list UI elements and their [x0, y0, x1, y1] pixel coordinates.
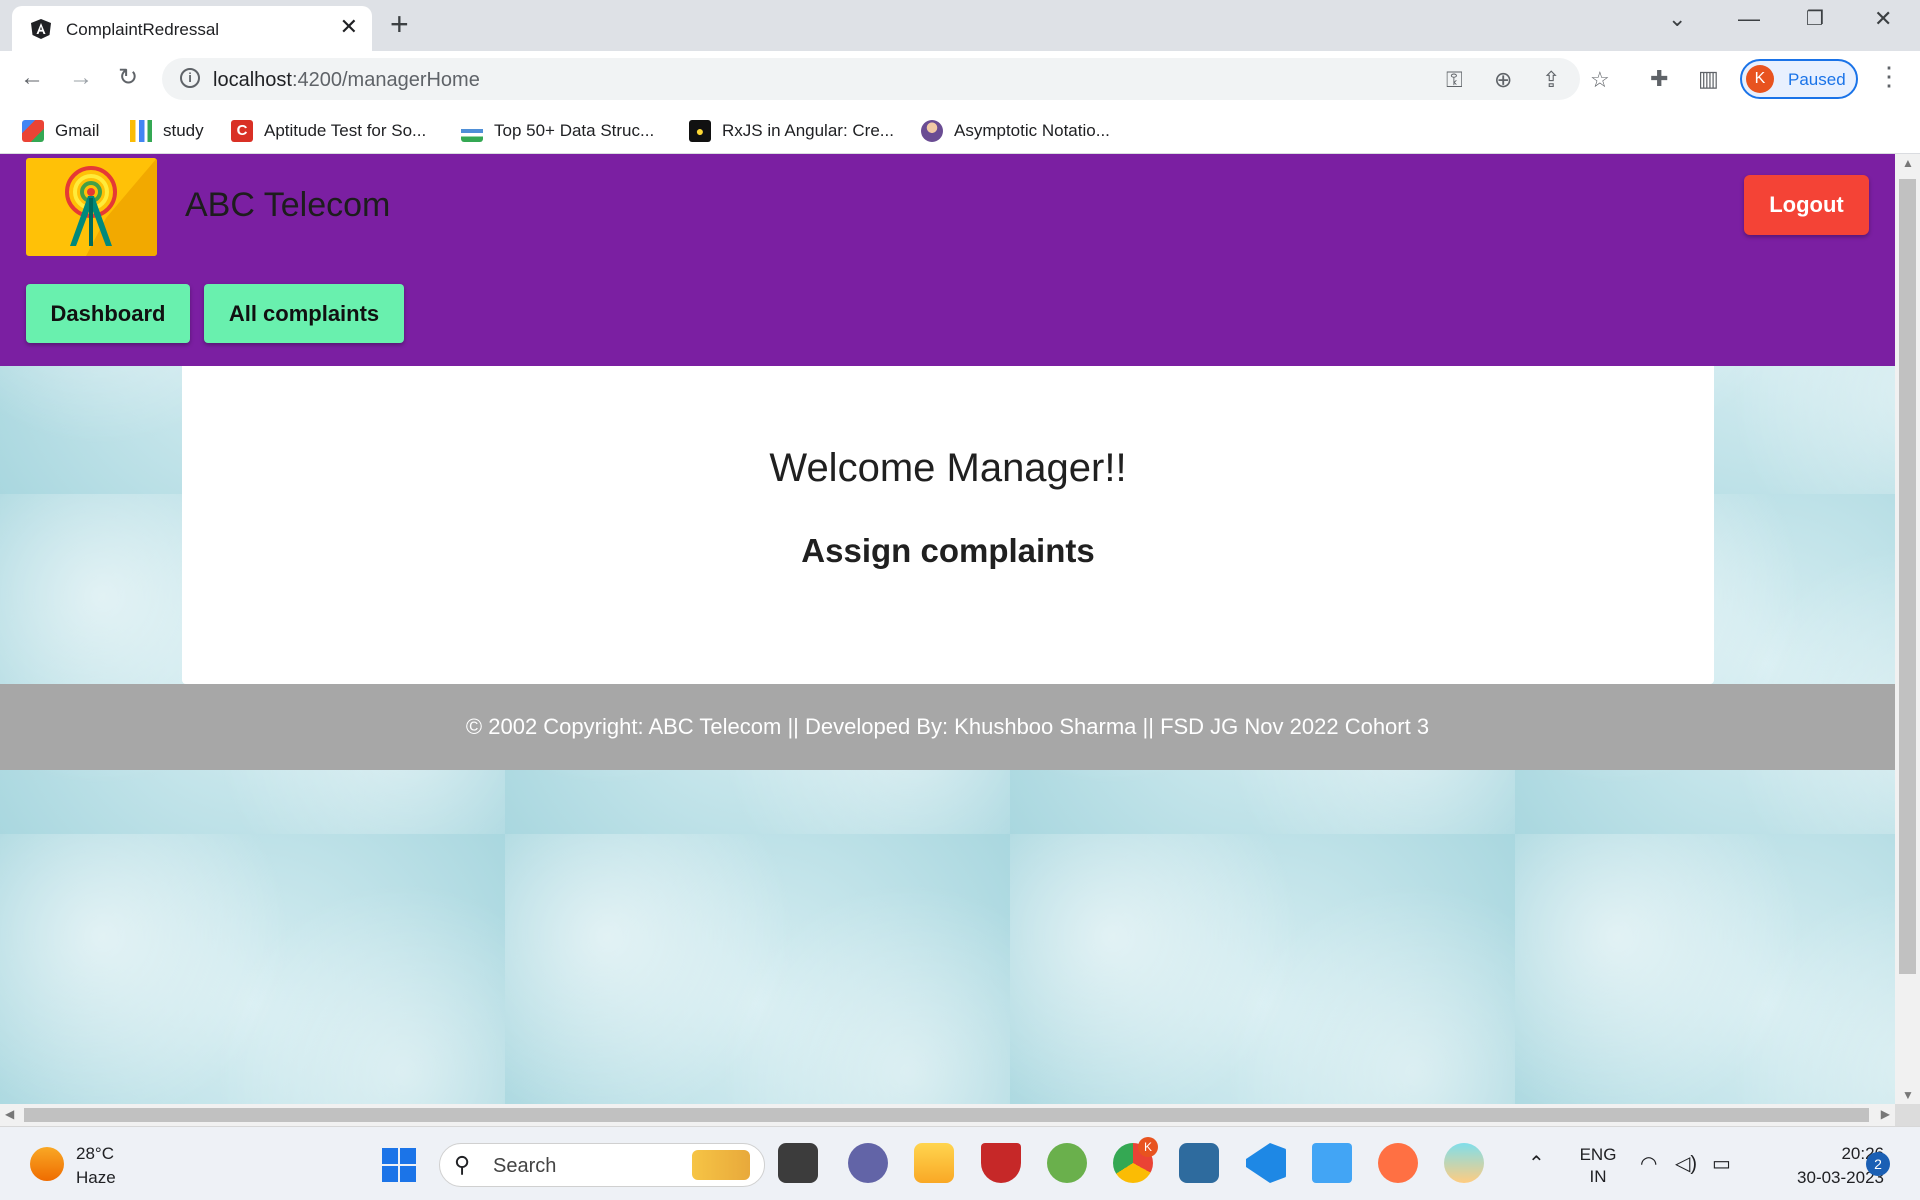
forward-arrow-icon[interactable]: → [66, 63, 96, 93]
url-text[interactable]: localhost:4200/managerHome [213, 69, 480, 92]
key-icon[interactable]: ⚿ [1446, 67, 1463, 93]
horizontal-scrollbar[interactable]: ◀ ▶ [0, 1104, 1895, 1126]
notepad-icon[interactable] [1312, 1143, 1352, 1183]
reload-icon[interactable]: ↻ [113, 63, 143, 93]
new-tab-icon[interactable]: + [390, 8, 409, 40]
bookmark-data-structures[interactable]: Top 50+ Data Struc... [461, 118, 654, 144]
bookmarks-bar: Gmail study C Aptitude Test for So... To… [0, 106, 1920, 154]
mysql-workbench-icon[interactable] [1179, 1143, 1219, 1183]
search-icon: ⚲ [454, 1152, 471, 1177]
scroll-up-arrow-icon[interactable]: ▲ [1902, 156, 1914, 170]
teams-chat-icon[interactable] [848, 1143, 888, 1183]
windows-start-icon[interactable] [382, 1148, 416, 1182]
page-footer: © 2002 Copyright: ABC Telecom || Develop… [0, 684, 1895, 770]
gmail-icon [22, 120, 44, 142]
search-highlight-icon [692, 1150, 750, 1180]
tab-strip: ComplaintRedressal ✕ + ⌄ — ❐ ✕ [0, 0, 1920, 51]
bookmark-rxjs[interactable]: ● RxJS in Angular: Cre... [689, 118, 894, 144]
postman-icon[interactable] [1378, 1143, 1418, 1183]
bookmark-star-icon[interactable]: ☆ [1590, 67, 1610, 93]
vscode-icon[interactable] [1246, 1143, 1286, 1183]
minimize-icon[interactable]: — [1738, 6, 1760, 32]
profile-status: Paused [1788, 70, 1846, 89]
assign-complaints-heading[interactable]: Assign complaints [182, 532, 1714, 570]
browser-tab[interactable]: ComplaintRedressal ✕ [12, 6, 372, 51]
restore-icon[interactable]: ❐ [1806, 6, 1824, 31]
scroll-left-arrow-icon[interactable]: ◀ [5, 1107, 14, 1121]
bookmark-asymptotic[interactable]: Asymptotic Notatio... [921, 118, 1110, 144]
app-header: ABC Telecom Logout Dashboard All complai… [0, 154, 1895, 366]
clock-date[interactable]: 30-03-2023 [1756, 1168, 1884, 1188]
study-bars-icon [130, 120, 152, 142]
vertical-scrollbar-thumb[interactable] [1899, 179, 1916, 974]
bookmark-gmail[interactable]: Gmail [22, 118, 99, 144]
file-explorer-icon[interactable] [914, 1143, 954, 1183]
extensions-puzzle-icon[interactable]: ✚ [1650, 66, 1668, 92]
show-hidden-icons-chevron-icon[interactable]: ⌃ [1528, 1151, 1545, 1176]
browser-toolbar: ← → ↻ i localhost:4200/managerHome ⚿ ⊕ ⇪… [0, 51, 1920, 106]
volume-icon[interactable]: ◁) [1675, 1151, 1697, 1176]
notification-count-badge[interactable]: 2 [1866, 1152, 1890, 1176]
tab-search-chevron-icon[interactable]: ⌄ [1668, 6, 1686, 32]
welcome-heading: Welcome Manager!! [769, 446, 1127, 490]
window-close-icon[interactable]: ✕ [1874, 6, 1892, 32]
side-panel-icon[interactable]: ▥ [1698, 66, 1719, 92]
ds-logo-icon [461, 120, 483, 142]
search-placeholder: Search [493, 1155, 557, 1177]
back-arrow-icon[interactable]: ← [17, 63, 47, 93]
person-avatar-icon [921, 120, 943, 142]
bookmark-aptitude[interactable]: C Aptitude Test for So... [231, 118, 426, 144]
address-bar[interactable]: i localhost:4200/managerHome ⚿ ⊕ ⇪ ☆ [162, 58, 1610, 100]
close-tab-icon[interactable]: ✕ [340, 16, 358, 38]
tab-title: ComplaintRedressal [66, 20, 220, 39]
bookmark-study[interactable]: study [130, 118, 204, 144]
logout-button[interactable]: Logout [1744, 175, 1869, 235]
c-logo-icon: C [231, 120, 253, 142]
spring-tool-icon[interactable] [1047, 1143, 1087, 1183]
weather-haze-icon[interactable] [30, 1147, 64, 1181]
taskbar-search-input[interactable]: ⚲ Search [439, 1143, 765, 1187]
paint-icon[interactable] [1444, 1143, 1484, 1183]
wifi-icon[interactable]: ◠ [1640, 1151, 1657, 1176]
angular-favicon-icon [31, 19, 51, 39]
brand-name: ABC Telecom [185, 186, 391, 224]
welcome-card: Welcome Manager!! Assign complaints [182, 366, 1714, 684]
horizontal-scrollbar-thumb[interactable] [24, 1108, 1869, 1122]
page-viewport: ABC Telecom Logout Dashboard All complai… [0, 154, 1895, 1104]
chrome-icon[interactable]: K [1113, 1137, 1158, 1183]
task-view-icon[interactable] [778, 1143, 818, 1183]
profile-avatar: K [1746, 65, 1774, 93]
telecom-tower-logo-icon[interactable] [26, 158, 157, 256]
dashboard-button[interactable]: Dashboard [26, 284, 190, 343]
profile-button[interactable]: K Paused [1740, 59, 1858, 99]
share-icon[interactable]: ⇪ [1542, 67, 1560, 93]
scrollbar-corner [1895, 1104, 1920, 1126]
scroll-right-arrow-icon[interactable]: ▶ [1881, 1107, 1890, 1121]
windows-taskbar: 28°C Haze ⚲ Search K ⌃ ENG IN ◠ ◁) ▭ 20:… [0, 1126, 1920, 1200]
weather-temperature[interactable]: 28°C [76, 1144, 114, 1164]
battery-icon[interactable]: ▭ [1712, 1151, 1731, 1176]
weather-condition[interactable]: Haze [76, 1168, 116, 1188]
scroll-down-arrow-icon[interactable]: ▼ [1902, 1088, 1914, 1102]
mcafee-icon[interactable] [981, 1143, 1021, 1183]
more-menu-icon[interactable]: ⋮ [1876, 61, 1902, 92]
zoom-icon[interactable]: ⊕ [1494, 67, 1512, 93]
lightbulb-icon: ● [689, 120, 711, 142]
site-info-icon[interactable]: i [180, 68, 200, 88]
all-complaints-button[interactable]: All complaints [204, 284, 404, 343]
vertical-scrollbar[interactable]: ▲ ▼ [1895, 154, 1920, 1104]
chrome-profile-badge: K [1138, 1137, 1158, 1157]
language-indicator[interactable]: ENG IN [1578, 1144, 1618, 1188]
